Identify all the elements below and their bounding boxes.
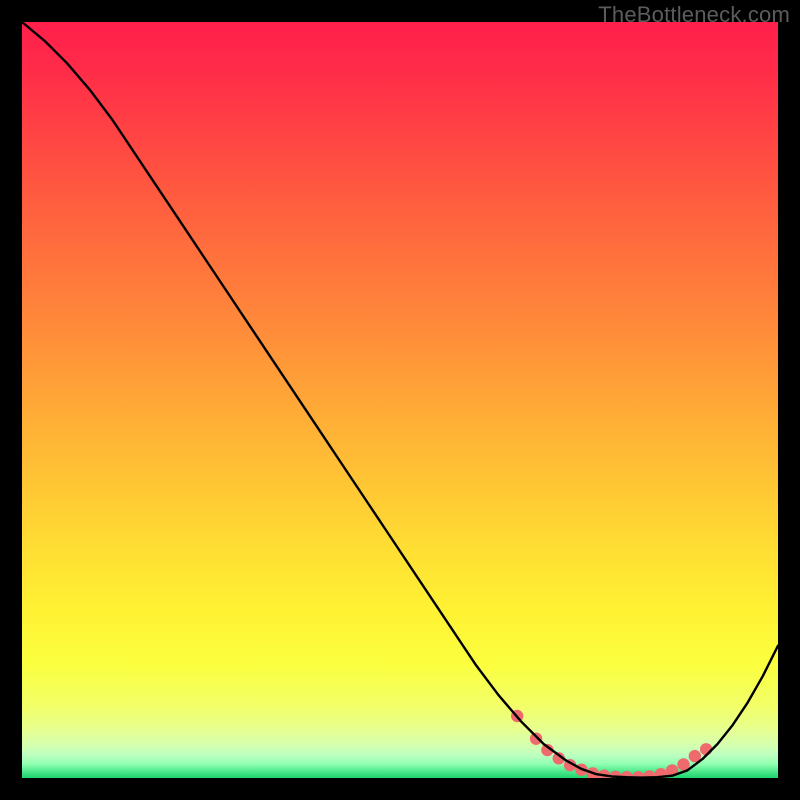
chart-stage: TheBottleneck.com — [0, 0, 800, 800]
data-point — [530, 732, 542, 744]
chart-svg — [22, 22, 778, 778]
data-point — [700, 743, 712, 755]
watermark-label: TheBottleneck.com — [598, 2, 790, 28]
plot-area — [22, 22, 778, 778]
gradient-bg — [22, 22, 778, 778]
